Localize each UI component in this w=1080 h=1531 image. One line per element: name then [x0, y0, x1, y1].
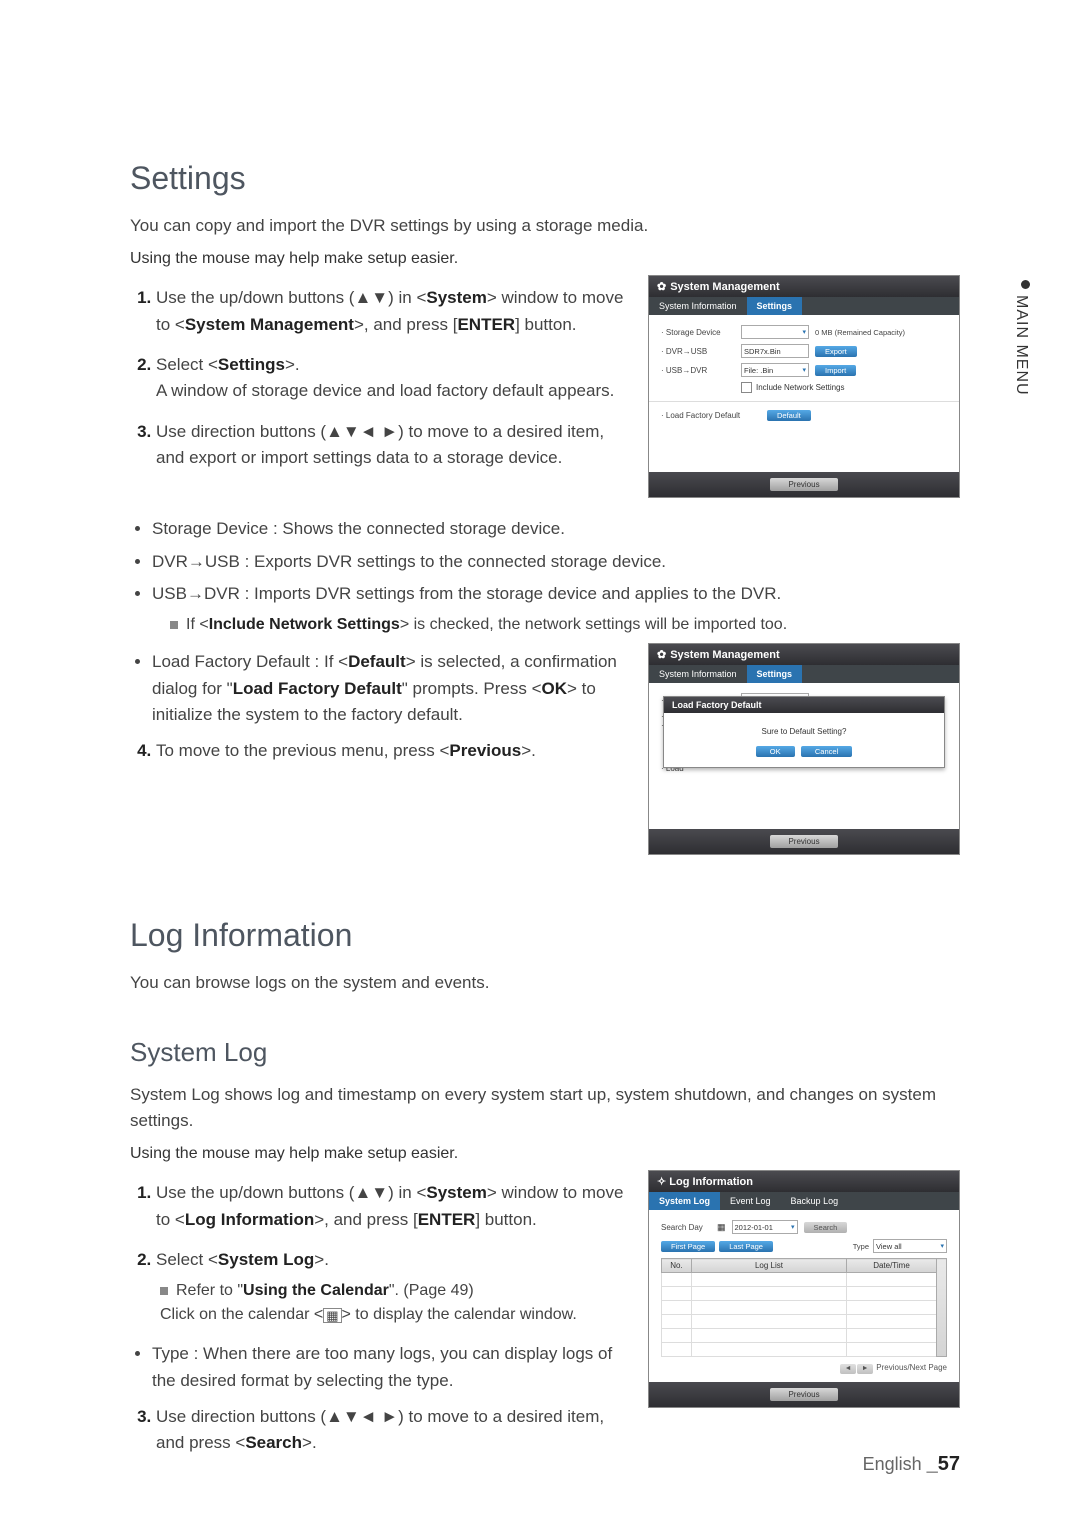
import-button[interactable]: Import [815, 365, 856, 376]
table-row [662, 1273, 947, 1287]
step-1: Use the up/down buttons (▲▼) in <System>… [156, 285, 630, 338]
table-row [662, 1343, 947, 1357]
system-log-steps: Use the up/down buttons (▲▼) in <System>… [130, 1180, 630, 1327]
gear-icon: ✿ [657, 281, 666, 293]
system-log-note: Using the mouse may help make setup easi… [130, 1142, 960, 1166]
bullet-usbdvr: USB→DVR : Imports DVR settings from the … [152, 581, 960, 607]
confirm-dialog-message: Sure to Default Setting? [672, 727, 936, 736]
dvr-titlebar: ✿System Management [649, 276, 959, 297]
first-page-button[interactable]: First Page [661, 1241, 715, 1252]
page-nav-label: Previous/Next Page [876, 1363, 947, 1372]
th-no: No. [662, 1259, 692, 1273]
system-log-intro: System Log shows log and timestamp on ev… [130, 1082, 960, 1135]
log-step-2: Select <System Log>. Refer to "Using the… [156, 1247, 630, 1327]
next-page-button[interactable]: ► [857, 1364, 873, 1374]
confirm-dialog-title: Load Factory Default [664, 697, 944, 713]
last-page-button[interactable]: Last Page [719, 1241, 773, 1252]
footer-page: _57 [927, 1453, 960, 1475]
dvr-usb-field[interactable]: SDR7x.Bin [741, 344, 809, 358]
step-2: Select <Settings>.A window of storage de… [156, 352, 630, 405]
side-tab: MAIN MENU [1012, 280, 1030, 396]
log-icon: ✧ [657, 1176, 666, 1188]
dvr-titlebar: ✧ Log Information [649, 1171, 959, 1192]
step-3: Use direction buttons (▲▼◄ ►) to move to… [156, 419, 630, 472]
storage-device-label: · Storage Device [661, 328, 735, 337]
load-factory-default-label: · Load Factory Default [661, 411, 761, 420]
prev-page-button[interactable]: ◄ [840, 1364, 856, 1374]
th-log-list: Log List [692, 1259, 847, 1273]
bullet-factory-default: Load Factory Default : If <Default> is s… [130, 649, 630, 728]
log-table: No. Log List Date/Time [661, 1258, 947, 1357]
table-row [662, 1315, 947, 1329]
tab-settings[interactable]: Settings [747, 297, 803, 315]
settings-steps: Use the up/down buttons (▲▼) in <System>… [130, 285, 630, 471]
dvr-log-window: ✧ Log Information System Log Event Log B… [648, 1170, 960, 1408]
tab-system-information[interactable]: System Information [649, 665, 747, 683]
previous-button[interactable]: Previous [770, 835, 837, 848]
log-information-heading: Log Information [130, 917, 960, 954]
tab-event-log[interactable]: Event Log [720, 1192, 781, 1210]
tab-settings[interactable]: Settings [747, 665, 803, 683]
calendar-icon: ▦ [323, 1308, 341, 1323]
tab-backup-log[interactable]: Backup Log [781, 1192, 849, 1210]
include-network-checkbox[interactable]: Include Network Settings [741, 382, 947, 393]
dvr-settings-window: ✿System Management System Information Se… [648, 275, 960, 498]
storage-device-select[interactable]: ▾ [741, 325, 809, 339]
usb-dvr-select[interactable]: File: .Bin▾ [741, 363, 809, 377]
step-4: To move to the previous menu, press <Pre… [156, 738, 630, 764]
settings-heading: Settings [130, 160, 960, 197]
search-day-label: Search Day [661, 1223, 711, 1232]
settings-bullets: Storage Device : Shows the connected sto… [130, 516, 960, 607]
bullet-dvrusb: DVR→USB : Exports DVR settings to the co… [152, 549, 960, 575]
log-step-3: Use direction buttons (▲▼◄ ►) to move to… [156, 1404, 630, 1457]
settings-step4: To move to the previous menu, press <Pre… [130, 738, 630, 764]
th-datetime: Date/Time [847, 1259, 937, 1273]
tab-system-log[interactable]: System Log [649, 1192, 720, 1210]
previous-button[interactable]: Previous [770, 1388, 837, 1401]
type-label: Type [853, 1242, 869, 1251]
confirm-dialog: Load Factory Default Sure to Default Set… [663, 696, 945, 768]
export-button[interactable]: Export [815, 346, 857, 357]
side-tab-label: MAIN MENU [1013, 295, 1030, 396]
search-day-field[interactable]: 2012-01-01▾ [732, 1220, 798, 1234]
tab-system-information[interactable]: System Information [649, 297, 747, 315]
previous-button[interactable]: Previous [770, 478, 837, 491]
subnote-network: If <Include Network Settings> is checked… [170, 613, 960, 637]
table-row [662, 1329, 947, 1343]
table-row [662, 1301, 947, 1315]
bullet-default: Load Factory Default : If <Default> is s… [152, 649, 630, 728]
cancel-button[interactable]: Cancel [801, 746, 852, 757]
log-information-intro: You can browse logs on the system and ev… [130, 970, 960, 996]
ok-button[interactable]: OK [756, 746, 795, 757]
dvr-confirm-window: ✿System Management System Information Se… [648, 643, 960, 855]
storage-capacity: 0 MB (Remained Capacity) [815, 328, 905, 337]
scrollbar[interactable] [937, 1259, 947, 1357]
table-row [662, 1287, 947, 1301]
search-button[interactable]: Search [804, 1222, 848, 1233]
settings-intro2: Using the mouse may help make setup easi… [130, 247, 960, 271]
gear-icon: ✿ [657, 649, 666, 661]
default-button[interactable]: Default [767, 410, 811, 421]
system-log-heading: System Log [130, 1037, 960, 1068]
bullet-type: Type : When there are too many logs, you… [152, 1341, 630, 1394]
log-step-1: Use the up/down buttons (▲▼) in <System>… [156, 1180, 630, 1233]
page-nav: ◄► Previous/Next Page [661, 1363, 947, 1374]
dvr-usb-label: · DVR→USB [661, 347, 735, 356]
dvr-titlebar: ✿System Management [649, 644, 959, 665]
settings-intro1: You can copy and import the DVR settings… [130, 213, 960, 239]
type-select[interactable]: View all▾ [873, 1239, 947, 1253]
footer-lang: English [863, 1454, 922, 1474]
bullet-storage: Storage Device : Shows the connected sto… [152, 516, 960, 542]
page-footer: English _57 [863, 1453, 960, 1476]
calendar-icon[interactable]: ▦ [717, 1222, 726, 1233]
usb-dvr-label: · USB→DVR [661, 366, 735, 375]
